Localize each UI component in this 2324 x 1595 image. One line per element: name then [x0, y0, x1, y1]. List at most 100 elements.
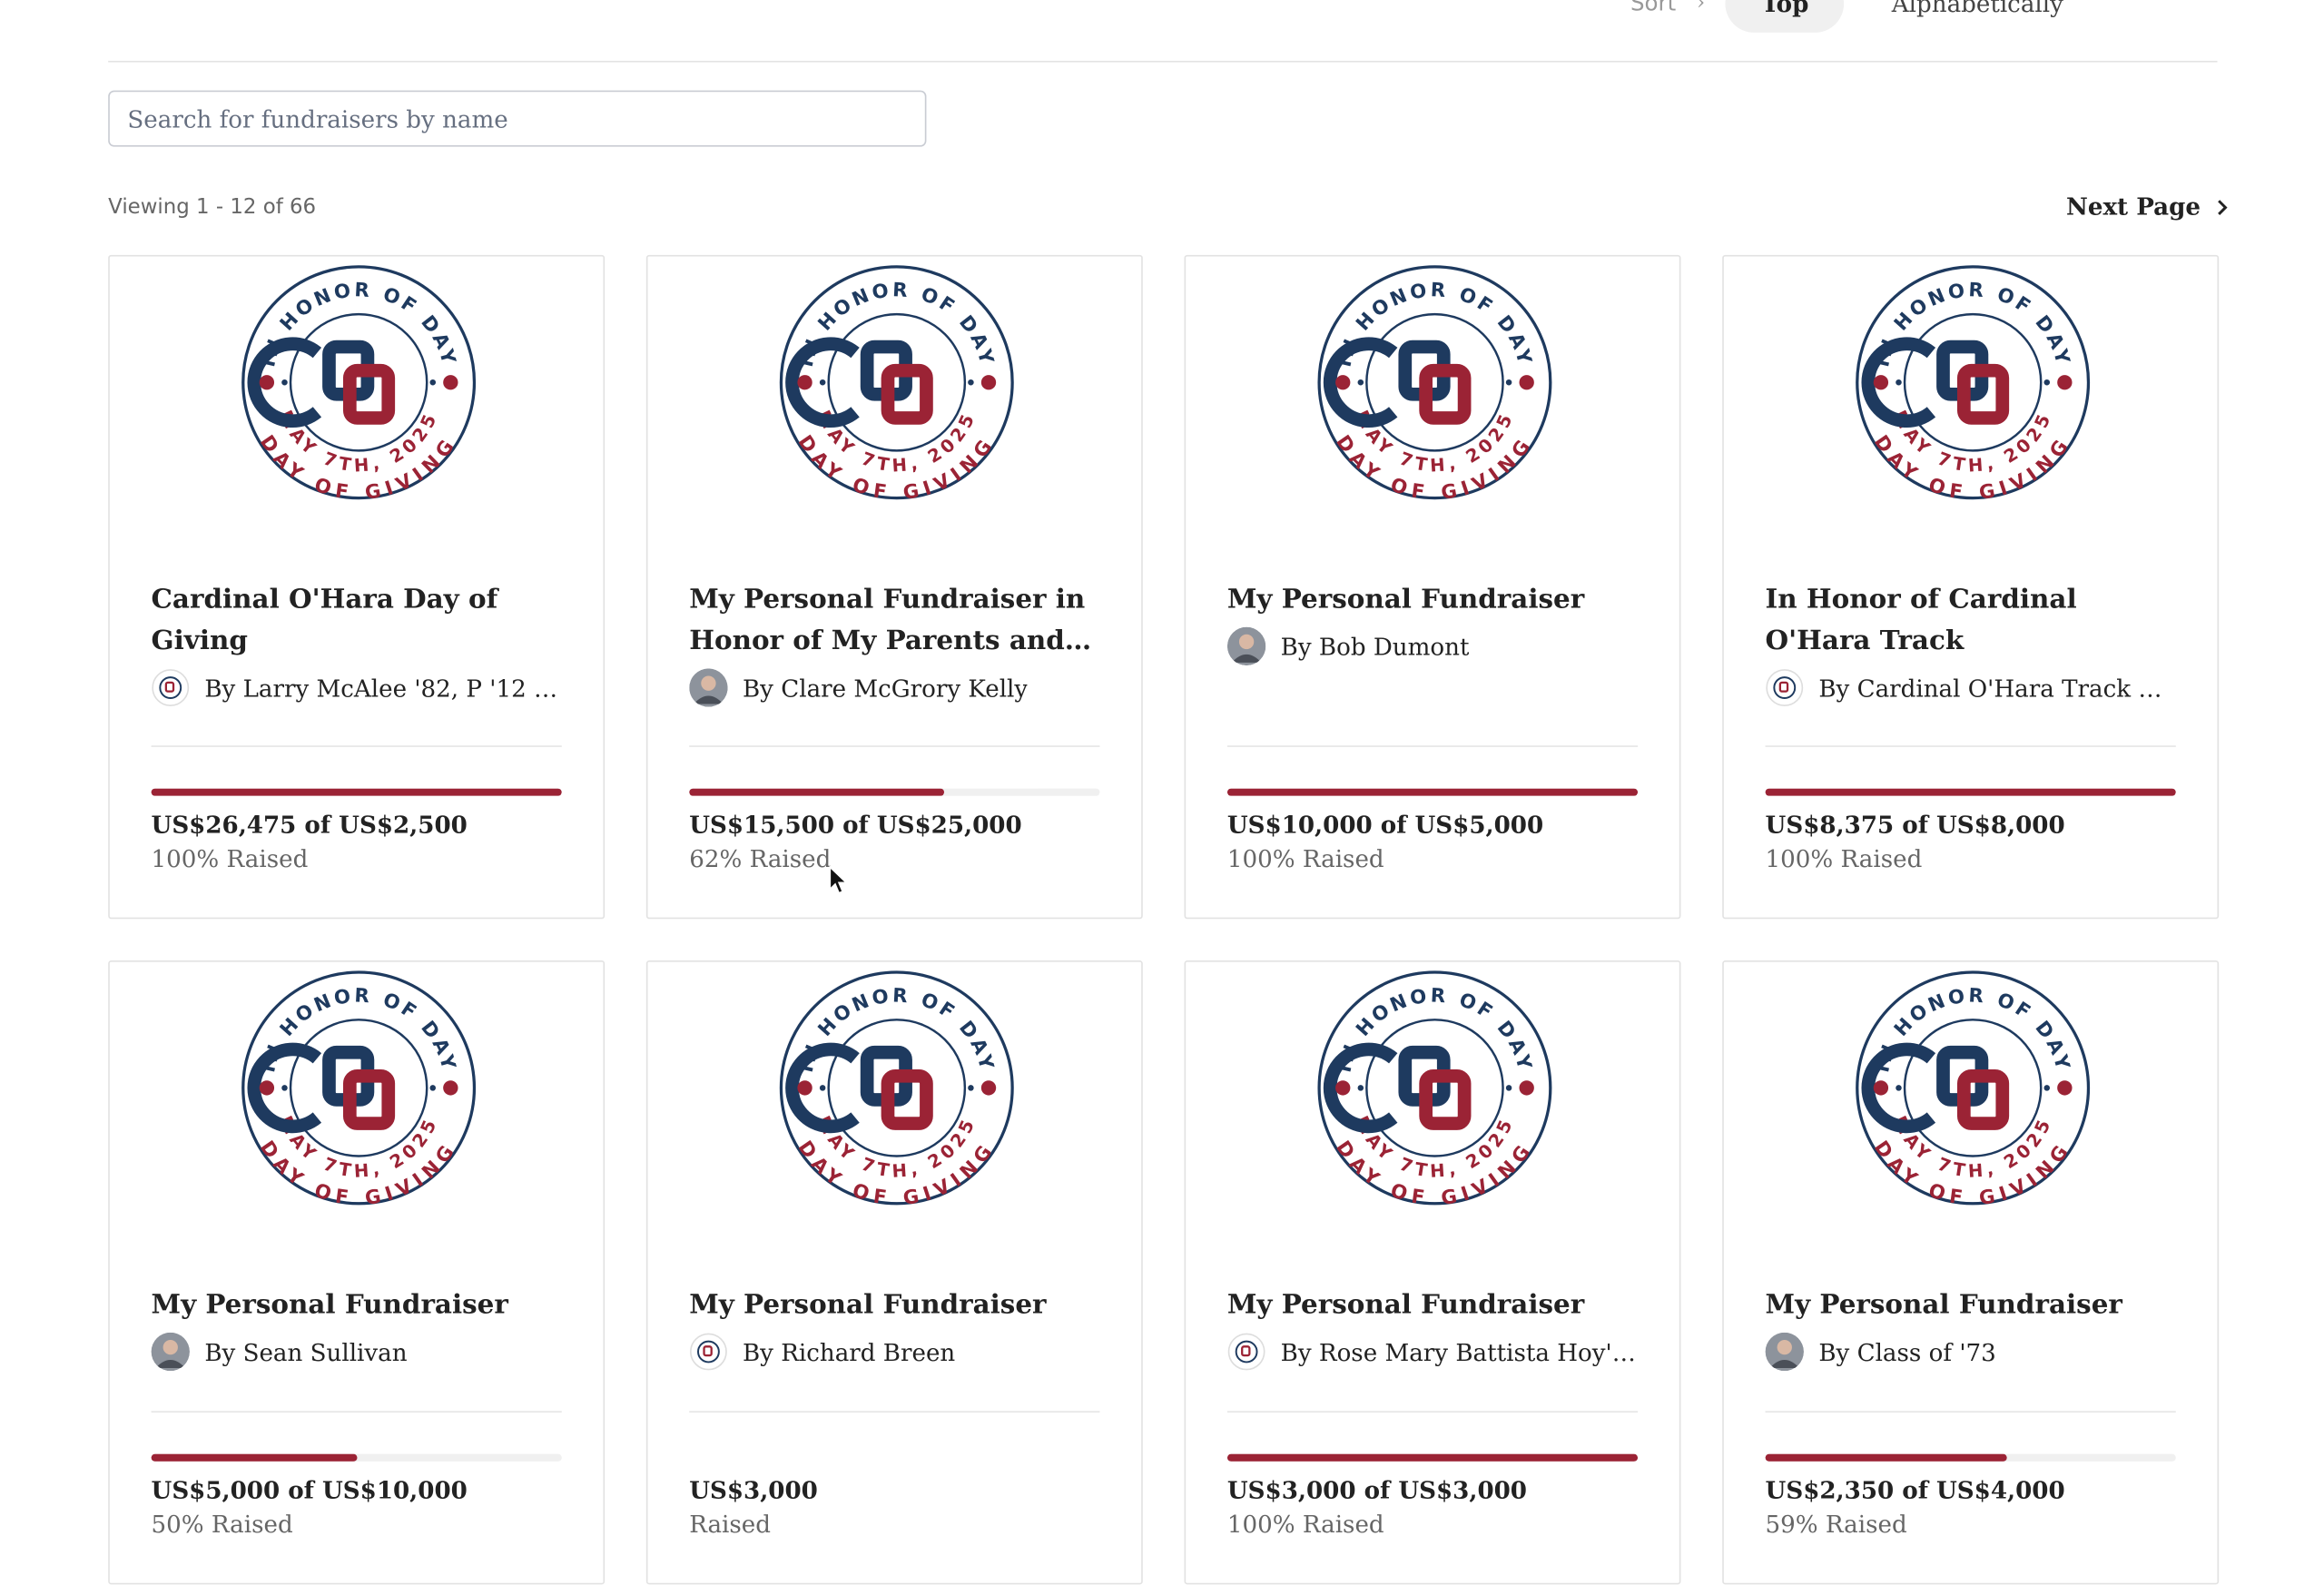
card-footer: US$3,000 Raised — [689, 1411, 1100, 1539]
byline-text: By Class of '73 — [1818, 1337, 1996, 1366]
fundraiser-title[interactable]: My Personal Fundraiser — [689, 1285, 1099, 1327]
card-body: My Personal Fundraiser By Bob Dumont — [1226, 579, 1638, 666]
card-body: Cardinal O'Hara Day of Giving By Larry Mc… — [152, 579, 562, 706]
avatar — [1227, 1333, 1265, 1371]
fundraiser-byline: By Cardinal O'Hara Track Tea... — [1766, 668, 2176, 706]
next-page-button[interactable]: Next Page — [2066, 192, 2230, 221]
progress-bar — [1765, 1453, 2176, 1462]
byline-text: By Bob Dumont — [1280, 632, 1470, 661]
fundraiser-byline: By Richard Breen — [689, 1333, 1099, 1371]
fundraiser-title[interactable]: My Personal Fundraiser in Honor of My Pa… — [689, 579, 1099, 662]
next-page-label: Next Page — [2065, 192, 2201, 222]
fundraiser-card[interactable]: IN HONOR OF DAY MAY 7TH, 2025 DAY OF GIV… — [108, 960, 606, 1585]
progress-fill — [151, 1453, 357, 1462]
fundraiser-card[interactable]: IN HONOR OF DAY MAY 7TH, 2025 DAY OF GIV… — [1722, 960, 2220, 1585]
day-of-giving-logo: IN HONOR OF DAY MAY 7TH, 2025 DAY OF GIV… — [778, 264, 1015, 528]
progress-fill — [1765, 1453, 2008, 1462]
byline-text: By Clare McGrory Kelly — [742, 674, 1029, 703]
divider — [151, 745, 562, 747]
percent-raised: 62% Raised — [689, 844, 832, 873]
card-footer: US$8,375 of US$8,000 100% Raised — [1765, 745, 2176, 873]
divider — [689, 745, 1100, 747]
fundraiser-card[interactable]: IN HONOR OF DAY MAY 7TH, 2025 DAY OF GIV… — [1184, 254, 1681, 920]
fundraiser-card[interactable]: IN HONOR OF DAY MAY 7TH, 2025 DAY OF GIV… — [1184, 960, 1681, 1585]
chevron-right-icon — [2217, 199, 2227, 215]
fundraiser-title[interactable]: My Personal Fundraiser — [152, 1285, 562, 1327]
amount-raised: US$5,000 of US$10,000 — [151, 1476, 468, 1505]
percent-raised: 100% Raised — [1765, 844, 1923, 873]
day-of-giving-logo: IN HONOR OF DAY MAY 7TH, 2025 DAY OF GIV… — [240, 264, 477, 528]
percent-raised: 100% Raised — [1226, 1510, 1384, 1539]
amount-raised: US$3,000 — [689, 1476, 818, 1505]
progress-fill — [1226, 788, 1639, 796]
byline-text: By Cardinal O'Hara Track Tea... — [1818, 674, 2176, 703]
card-body: My Personal Fundraiser By Rose Mary Batti… — [1227, 1285, 1638, 1372]
avatar — [151, 1332, 190, 1372]
percent-raised: 100% Raised — [1226, 844, 1384, 873]
fundraiser-card[interactable]: IN HONOR OF DAY MAY 7TH, 2025 DAY OF GIV… — [1722, 254, 2220, 920]
byline-text: By Richard Breen — [742, 1337, 956, 1366]
fundraiser-card[interactable]: IN HONOR OF DAY MAY 7TH, 2025 DAY OF GIV… — [108, 254, 606, 920]
progress-bar — [151, 788, 562, 796]
fundraiser-title[interactable]: My Personal Fundraiser — [1766, 1285, 2176, 1327]
day-of-giving-logo: IN HONOR OF DAY MAY 7TH, 2025 DAY OF GIV… — [1855, 970, 2092, 1234]
card-body: In Honor of Cardinal O'Hara Track By Card… — [1766, 579, 2176, 706]
progress-fill — [689, 788, 944, 796]
card-footer: US$26,475 of US$2,500 100% Raised — [151, 745, 562, 873]
day-of-giving-logo: IN HONOR OF DAY MAY 7TH, 2025 DAY OF GIV… — [1316, 970, 1553, 1234]
divider — [1765, 745, 2176, 747]
day-of-giving-logo: IN HONOR OF DAY MAY 7TH, 2025 DAY OF GIV… — [778, 970, 1015, 1234]
fundraiser-byline: By Rose Mary Battista Hoy'77 — [1227, 1333, 1638, 1371]
card-footer: US$15,500 of US$25,000 62% Raised — [689, 745, 1100, 873]
amount-raised: US$3,000 of US$3,000 — [1226, 1476, 1527, 1505]
amount-raised: US$26,475 of US$2,500 — [151, 811, 468, 840]
fundraiser-byline: By Sean Sullivan — [151, 1332, 562, 1372]
card-body: My Personal Fundraiser By Richard Breen — [689, 1285, 1099, 1372]
amount-raised: US$8,375 of US$8,000 — [1765, 811, 2065, 840]
fundraiser-title[interactable]: In Honor of Cardinal O'Hara Track — [1766, 579, 2176, 662]
day-of-giving-logo: IN HONOR OF DAY MAY 7TH, 2025 DAY OF GIV… — [1316, 264, 1553, 528]
fundraiser-title[interactable]: Cardinal O'Hara Day of Giving — [152, 579, 562, 662]
fundraiser-card[interactable]: IN HONOR OF DAY MAY 7TH, 2025 DAY OF GIV… — [645, 254, 1143, 920]
card-footer: US$2,350 of US$4,000 59% Raised — [1765, 1411, 2176, 1539]
progress-bar — [1226, 788, 1639, 796]
fundraiser-byline: By Clare McGrory Kelly — [689, 668, 1099, 707]
percent-raised: Raised — [689, 1510, 772, 1539]
divider — [108, 60, 2218, 63]
divider — [1226, 1411, 1639, 1413]
mouse-cursor-icon — [829, 865, 849, 894]
card-body: My Personal Fundraiser By Class of '73 — [1765, 1285, 2176, 1372]
card-footer: US$10,000 of US$5,000 100% Raised — [1226, 745, 1639, 873]
avatar — [152, 668, 190, 706]
percent-raised: 100% Raised — [151, 844, 309, 873]
fundraiser-title[interactable]: My Personal Fundraiser — [1227, 1285, 1638, 1327]
fundraiser-card[interactable]: IN HONOR OF DAY MAY 7TH, 2025 DAY OF GIV… — [645, 960, 1143, 1585]
page: Sort › Top Alphabetically Viewing 1 - 12… — [0, 0, 2324, 1595]
card-footer: US$3,000 of US$3,000 100% Raised — [1226, 1411, 1639, 1539]
fundraiser-byline: By Class of '73 — [1765, 1332, 2176, 1372]
fundraiser-title[interactable]: My Personal Fundraiser — [1227, 579, 1638, 621]
amount-raised: US$10,000 of US$5,000 — [1226, 811, 1544, 840]
avatar — [689, 668, 728, 707]
percent-raised: 59% Raised — [1765, 1510, 1907, 1539]
card-footer: US$5,000 of US$10,000 50% Raised — [151, 1411, 562, 1539]
amount-raised: US$15,500 of US$25,000 — [689, 811, 1022, 840]
progress-fill — [1765, 788, 2176, 796]
progress-bar — [1765, 788, 2176, 796]
card-body: My Personal Fundraiser By Sean Sullivan — [151, 1285, 562, 1372]
progress-bar — [689, 788, 1100, 796]
divider — [1765, 1411, 2176, 1413]
divider — [689, 1411, 1100, 1413]
avatar — [1226, 626, 1266, 666]
fundraiser-byline: By Larry McAlee '82, P '12 & '14 — [152, 668, 562, 706]
search-input[interactable] — [108, 90, 927, 147]
divider — [1226, 745, 1639, 747]
results-count: Viewing 1 - 12 of 66 — [108, 195, 317, 220]
progress-fill — [1226, 1453, 1639, 1462]
byline-text: By Larry McAlee '82, P '12 & '14 — [204, 674, 562, 703]
sort-option-alphabetically[interactable]: Alphabetically — [1865, 0, 2063, 17]
chevron-right-icon: › — [1697, 0, 1706, 15]
byline-text: By Rose Mary Battista Hoy'77 — [1280, 1337, 1639, 1366]
sort-option-top[interactable]: Top — [1726, 0, 1845, 33]
avatar — [1766, 668, 1804, 706]
